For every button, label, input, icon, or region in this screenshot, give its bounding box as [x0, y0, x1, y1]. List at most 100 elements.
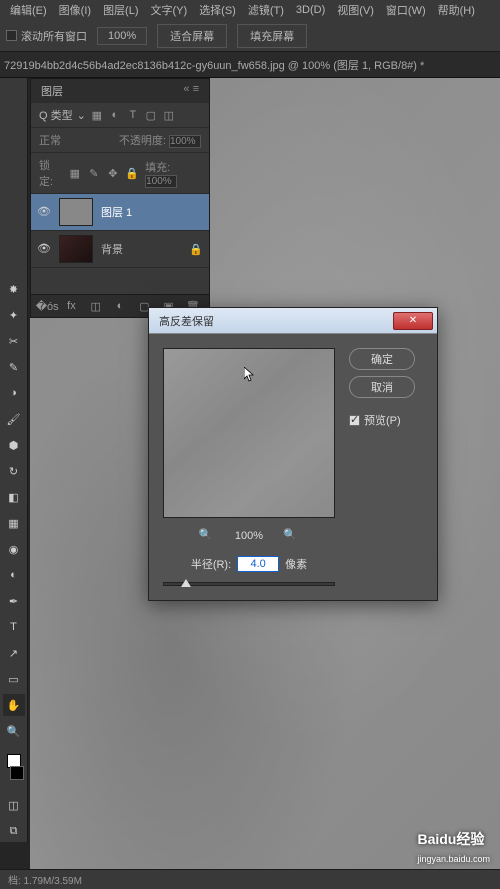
ok-button[interactable]: 确定 [349, 348, 415, 370]
screenmode-icon[interactable]: ⧉ [3, 820, 25, 842]
blur-tool-icon[interactable]: ◉ [3, 538, 25, 560]
opacity-input[interactable] [169, 135, 201, 148]
link-layers-icon[interactable]: �ós [40, 299, 54, 313]
layer-filter-row: Q 类型 ⌄ ▦ ◐ T ▢ ◫ [31, 103, 209, 128]
layer-mask-icon[interactable]: ◫ [89, 299, 103, 313]
menu-3d[interactable]: 3D(D) [290, 4, 331, 16]
wand-tool-icon[interactable]: ✦ [3, 304, 25, 326]
filter-adjust-icon[interactable]: ◐ [108, 108, 122, 122]
menu-view[interactable]: 视图(V) [331, 2, 380, 18]
dialog-buttons: 确定 取消 预览(P) [349, 348, 415, 586]
scroll-all-checkbox[interactable]: 滚动所有窗口 [6, 28, 87, 44]
dodge-tool-icon[interactable]: ◐ [3, 564, 25, 586]
preview-column: 🔍 100% 🔍 半径(R): 像素 [163, 348, 335, 586]
radius-input[interactable] [237, 556, 279, 572]
lock-all-icon[interactable]: 🔒 [125, 166, 139, 180]
status-text: 档: 1.79M/3.59M [8, 872, 82, 887]
zoom-level: 100% [235, 530, 263, 542]
lock-pixels-icon[interactable]: ✎ [87, 166, 100, 180]
quickmask-icon[interactable]: ◫ [3, 794, 25, 816]
zoom-controls: 🔍 100% 🔍 [163, 528, 335, 544]
menu-type[interactable]: 文字(Y) [145, 2, 194, 18]
menu-layer[interactable]: 图层(L) [97, 2, 144, 18]
status-bar: 档: 1.79M/3.59M [0, 869, 500, 889]
layer-item[interactable]: 👁 图层 1 [31, 194, 209, 231]
visibility-eye-icon[interactable]: 👁 [37, 205, 51, 219]
eraser-tool-icon[interactable]: ◧ [3, 486, 25, 508]
close-button[interactable]: ✕ [393, 312, 433, 330]
high-pass-dialog: 高反差保留 ✕ 🔍 100% 🔍 半径(R): 像素 [148, 307, 438, 601]
opacity-control: 不透明度: [119, 132, 201, 148]
menu-edit[interactable]: 编辑(E) [4, 2, 53, 18]
path-tool-icon[interactable]: ↗ [3, 642, 25, 664]
pen-tool-icon[interactable]: ✒ [3, 590, 25, 612]
slider-thumb-icon[interactable] [181, 579, 191, 587]
heal-tool-icon[interactable]: ◑ [3, 382, 25, 404]
history-brush-icon[interactable]: ↻ [3, 460, 25, 482]
blend-mode-select[interactable]: 正常 [39, 132, 61, 148]
layer-name[interactable]: 图层 1 [101, 204, 132, 220]
layer-thumbnail[interactable] [59, 235, 93, 263]
panel-title: 图层 [41, 83, 63, 99]
menu-select[interactable]: 选择(S) [193, 2, 242, 18]
fill-input[interactable] [145, 175, 177, 188]
document-tab[interactable]: 72919b4bb2d4c56b4ad2ec8136b412c-gy6uun_f… [4, 57, 424, 73]
options-bar: 滚动所有窗口 100% 适合屏幕 填充屏幕 [0, 20, 500, 52]
preview-image[interactable] [163, 348, 335, 518]
shape-tool-icon[interactable]: ▭ [3, 668, 25, 690]
menu-help[interactable]: 帮助(H) [432, 2, 481, 18]
preview-checkbox[interactable]: 预览(P) [349, 412, 415, 428]
layer-name[interactable]: 背景 [101, 241, 123, 257]
checkbox-icon [6, 30, 17, 41]
document-tab-bar: 72919b4bb2d4c56b4ad2ec8136b412c-gy6uun_f… [0, 52, 500, 78]
watermark-brand: Baidu经验 [417, 831, 484, 847]
menu-filter[interactable]: 滤镜(T) [242, 2, 290, 18]
lock-position-icon[interactable]: ✥ [106, 166, 119, 180]
fill-screen-button[interactable]: 填充屏幕 [237, 24, 307, 48]
layer-style-icon[interactable]: fx [64, 299, 78, 313]
layer-thumbnail[interactable] [59, 198, 93, 226]
toolbox: ✸ ✦ ✂ ✎ ◑ 🖌 ⬢ ↻ ◧ ▦ ◉ ◐ ✒ T ↗ ▭ ✋ 🔍 ◫ ⧉ [0, 78, 28, 842]
radius-slider[interactable] [163, 582, 335, 586]
dialog-titlebar[interactable]: 高反差保留 ✕ [149, 308, 437, 334]
crop-tool-icon[interactable]: ✂ [3, 330, 25, 352]
visibility-eye-icon[interactable]: 👁 [37, 242, 51, 256]
opacity-label: 不透明度: [119, 135, 166, 147]
menu-image[interactable]: 图像(I) [53, 2, 97, 18]
filter-type-icon[interactable]: T [126, 108, 140, 122]
cancel-button[interactable]: 取消 [349, 376, 415, 398]
lasso-tool-icon[interactable]: ✸ [3, 278, 25, 300]
type-tool-icon[interactable]: T [3, 616, 25, 638]
brush-tool-icon[interactable]: 🖌 [3, 408, 25, 430]
filter-pixel-icon[interactable]: ▦ [90, 108, 104, 122]
hand-tool-icon[interactable]: ✋ [3, 694, 25, 716]
panel-menu-icon[interactable]: « ≡ [183, 83, 199, 99]
menu-window[interactable]: 窗口(W) [380, 2, 432, 18]
zoom-out-icon[interactable]: 🔍 [199, 528, 215, 544]
lock-icon: 🔒 [189, 243, 203, 256]
fit-screen-button[interactable]: 适合屏幕 [157, 24, 227, 48]
preview-label: 预览(P) [364, 412, 401, 428]
eyedropper-tool-icon[interactable]: ✎ [3, 356, 25, 378]
watermark-url: jingyan.baidu.com [417, 854, 490, 864]
zoom-in-icon[interactable]: 🔍 [283, 528, 299, 544]
layer-item[interactable]: 👁 背景 🔒 [31, 231, 209, 268]
zoom-tool-icon[interactable]: 🔍 [3, 720, 25, 742]
kind-filter[interactable]: Q 类型 [39, 107, 73, 123]
layer-list: 👁 图层 1 👁 背景 🔒 [31, 194, 209, 268]
filter-shape-icon[interactable]: ▢ [144, 108, 158, 122]
zoom-value[interactable]: 100% [97, 27, 147, 45]
background-color-swatch[interactable] [10, 766, 24, 780]
stamp-tool-icon[interactable]: ⬢ [3, 434, 25, 456]
radius-label: 半径(R): [191, 556, 231, 572]
radius-row: 半径(R): 像素 [163, 556, 335, 572]
adjustment-layer-icon[interactable]: ◐ [113, 299, 127, 313]
gradient-tool-icon[interactable]: ▦ [3, 512, 25, 534]
scroll-all-label: 滚动所有窗口 [21, 28, 87, 44]
lock-transparency-icon[interactable]: ▦ [68, 166, 81, 180]
dialog-body: 🔍 100% 🔍 半径(R): 像素 确定 取消 预览(P) [149, 334, 437, 600]
filter-smart-icon[interactable]: ◫ [162, 108, 176, 122]
panel-tab[interactable]: 图层 « ≡ [31, 79, 209, 103]
lock-label: 锁定: [39, 157, 62, 189]
lock-row: 锁定: ▦ ✎ ✥ 🔒 填充: [31, 153, 209, 194]
